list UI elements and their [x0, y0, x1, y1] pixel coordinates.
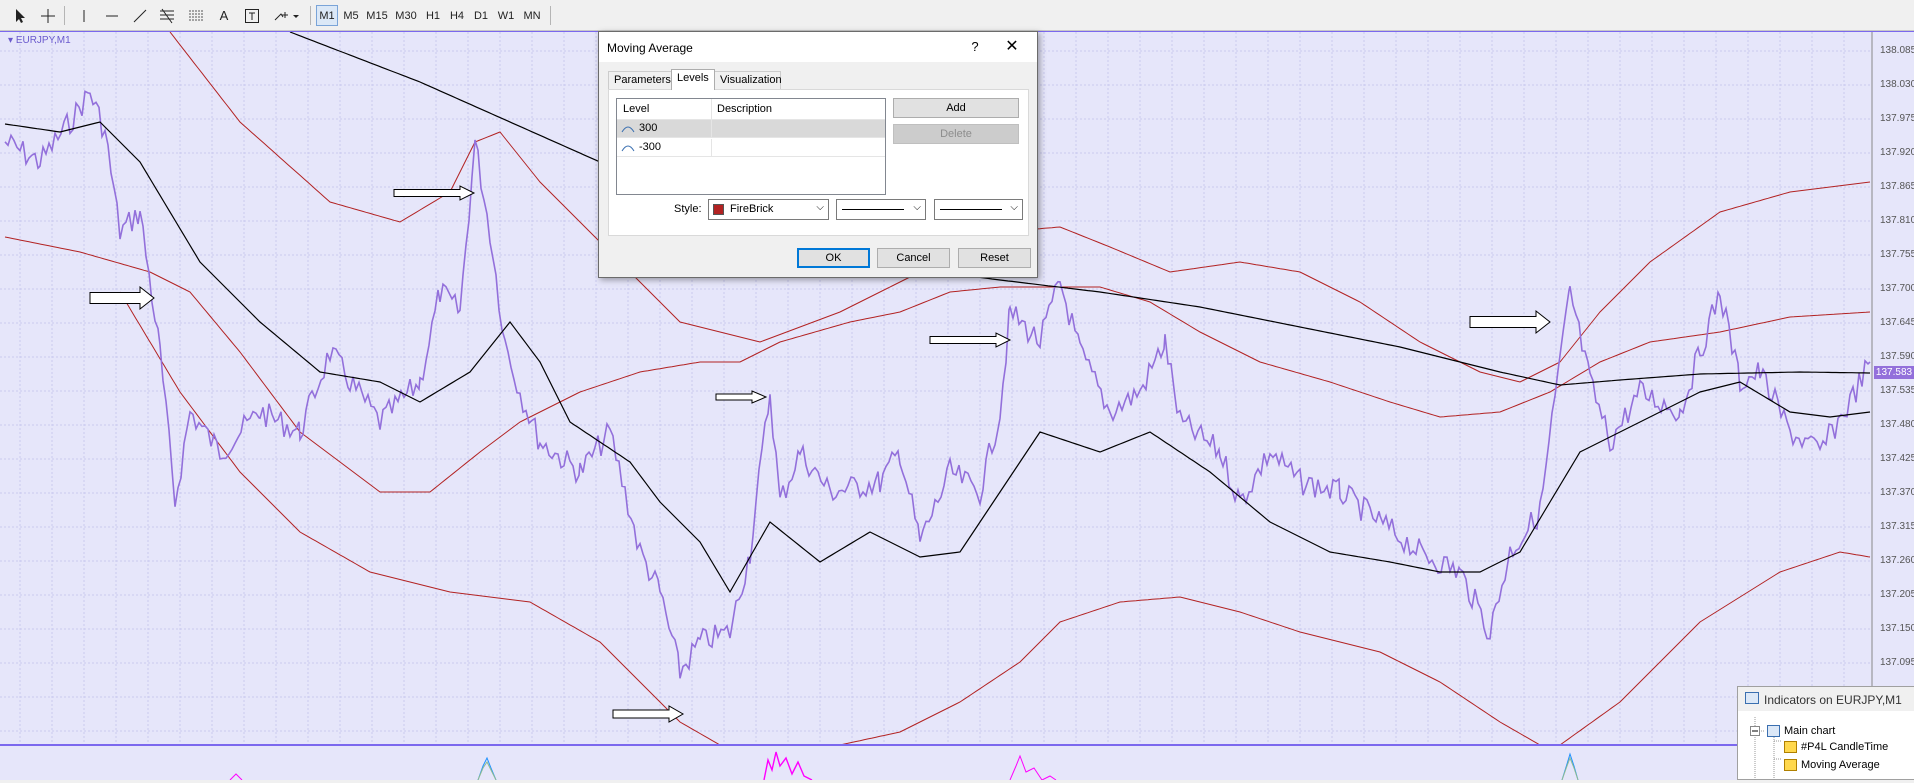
symbol-text: EURJPY,M1 — [15, 35, 71, 46]
chevron-down-icon: ⌵ — [913, 202, 921, 213]
main-chart-icon — [1767, 725, 1780, 737]
price-tick-label: 137.645 — [1880, 317, 1914, 328]
timeframe-mn[interactable]: MN — [520, 5, 544, 26]
tree-main-chart[interactable]: Main chart — [1784, 725, 1835, 737]
text-icon[interactable]: A — [212, 5, 236, 26]
tree-item-moving-average[interactable]: Moving Average — [1801, 759, 1880, 771]
indicator-icon — [1784, 741, 1797, 753]
level-value[interactable]: 300 — [639, 122, 657, 134]
price-tick-label: 137.700 — [1880, 283, 1914, 294]
symbol-label: ▾ EURJPY,M1 — [8, 35, 71, 46]
price-tick-label: 138.085 — [1880, 45, 1914, 56]
lower-band-line — [119, 291, 1871, 745]
price-tick-label: 137.920 — [1880, 147, 1914, 158]
indicators-icon — [1745, 692, 1759, 704]
ok-button[interactable]: OK — [797, 248, 870, 268]
dialog-title: Moving Average — [607, 41, 693, 55]
close-icon[interactable]: ✕ — [1002, 37, 1022, 57]
levels-list-header: Level Description — [617, 99, 885, 120]
current-price-badge: 137.583 — [1874, 366, 1914, 379]
price-tick-label: 137.810 — [1880, 215, 1914, 226]
text-label-icon[interactable] — [240, 5, 264, 26]
annotation-arrow[interactable] — [612, 705, 685, 723]
tab-visualization[interactable]: Visualization — [714, 71, 782, 89]
annotation-arrow[interactable] — [929, 332, 1012, 348]
level-row[interactable]: 300 — [617, 120, 885, 138]
horizontal-line-icon[interactable] — [100, 5, 124, 26]
price-tick-label: 137.150 — [1880, 623, 1914, 634]
timeframe-m30[interactable]: M30 — [392, 5, 420, 26]
timeframe-m1[interactable]: M1 — [316, 5, 338, 26]
column-level[interactable]: Level — [623, 103, 649, 115]
price-tick-label: 137.975 — [1880, 113, 1914, 124]
tab-levels[interactable]: Levels — [671, 69, 715, 90]
level-icon — [621, 126, 635, 133]
dialog-title-bar[interactable]: Moving Average ? ✕ — [599, 32, 1037, 62]
reset-button[interactable]: Reset — [958, 248, 1031, 268]
timeframe-m5[interactable]: M5 — [340, 5, 362, 26]
price-tick-label: 137.260 — [1880, 555, 1914, 566]
column-description[interactable]: Description — [717, 103, 772, 115]
line-style-select[interactable]: ⌵ — [836, 199, 926, 220]
indicators-window-title[interactable]: Indicators on EURJPY,M1 — [1738, 687, 1914, 711]
color-name: FireBrick — [730, 203, 774, 215]
moving-average-dialog[interactable]: Moving Average ? ✕ Parameters Levels Vis… — [598, 31, 1038, 278]
fibonacci-icon[interactable] — [156, 5, 180, 26]
indicators-window[interactable]: Indicators on EURJPY,M1 Main chart #P4L … — [1737, 686, 1914, 781]
price-tick-label: 137.205 — [1880, 589, 1914, 600]
timeframe-w1[interactable]: W1 — [494, 5, 518, 26]
color-swatch — [713, 204, 724, 215]
line-width-select[interactable]: ⌵ — [934, 199, 1023, 220]
timeframe-h4[interactable]: H4 — [446, 5, 468, 26]
price-tick-label: 138.030 — [1880, 79, 1914, 90]
price-tick-label: 137.480 — [1880, 419, 1914, 430]
indicator-icon — [1784, 759, 1797, 771]
level-icon — [621, 145, 635, 152]
price-tick-label: 137.755 — [1880, 249, 1914, 260]
indicator-subwindow[interactable] — [0, 744, 1914, 781]
channel-icon[interactable] — [184, 5, 208, 26]
price-tick-label: 137.370 — [1880, 487, 1914, 498]
chart-toolbar: A M1 M5 M15 M30 H1 H4 D1 W1 MN — [0, 0, 1914, 31]
levels-list[interactable]: Level Description 300 -300 — [616, 98, 886, 195]
chevron-down-icon: ⌵ — [816, 202, 824, 213]
price-tick-label: 137.865 — [1880, 181, 1914, 192]
timeframe-d1[interactable]: D1 — [470, 5, 492, 26]
annotation-arrow[interactable] — [393, 185, 476, 201]
chevron-down-icon: ⌵ — [1010, 202, 1018, 213]
level-row[interactable]: -300 — [617, 139, 885, 157]
color-select[interactable]: FireBrick ⌵ — [708, 199, 829, 220]
crosshair-icon[interactable] — [36, 5, 60, 26]
cursor-icon[interactable] — [8, 5, 32, 26]
delete-button[interactable]: Delete — [893, 124, 1019, 144]
price-tick-label: 137.425 — [1880, 453, 1914, 464]
annotation-arrow[interactable] — [1469, 309, 1551, 335]
indicators-title-text: Indicators on EURJPY,M1 — [1764, 693, 1902, 707]
level-value[interactable]: -300 — [639, 141, 661, 153]
style-label: Style: — [674, 203, 702, 215]
timeframe-m15[interactable]: M15 — [364, 5, 390, 26]
annotation-arrow[interactable] — [89, 285, 155, 311]
oscillator-canvas — [229, 751, 1579, 781]
levels-panel: Level Description 300 -300 Add Delete St… — [608, 89, 1029, 236]
trendline-icon[interactable] — [128, 5, 152, 26]
tab-parameters[interactable]: Parameters — [608, 71, 672, 89]
add-button[interactable]: Add — [893, 98, 1019, 118]
price-tick-label: 137.095 — [1880, 657, 1914, 668]
vertical-line-icon[interactable] — [72, 5, 96, 26]
arrows-icon[interactable] — [270, 5, 302, 26]
help-button[interactable]: ? — [965, 37, 985, 57]
price-tick-label: 137.590 — [1880, 351, 1914, 362]
timeframe-h1[interactable]: H1 — [422, 5, 444, 26]
cancel-button[interactable]: Cancel — [877, 248, 950, 268]
price-tick-label: 137.535 — [1880, 385, 1914, 396]
price-tick-label: 137.315 — [1880, 521, 1914, 532]
tree-item-candletime[interactable]: #P4L CandleTime — [1801, 741, 1888, 753]
